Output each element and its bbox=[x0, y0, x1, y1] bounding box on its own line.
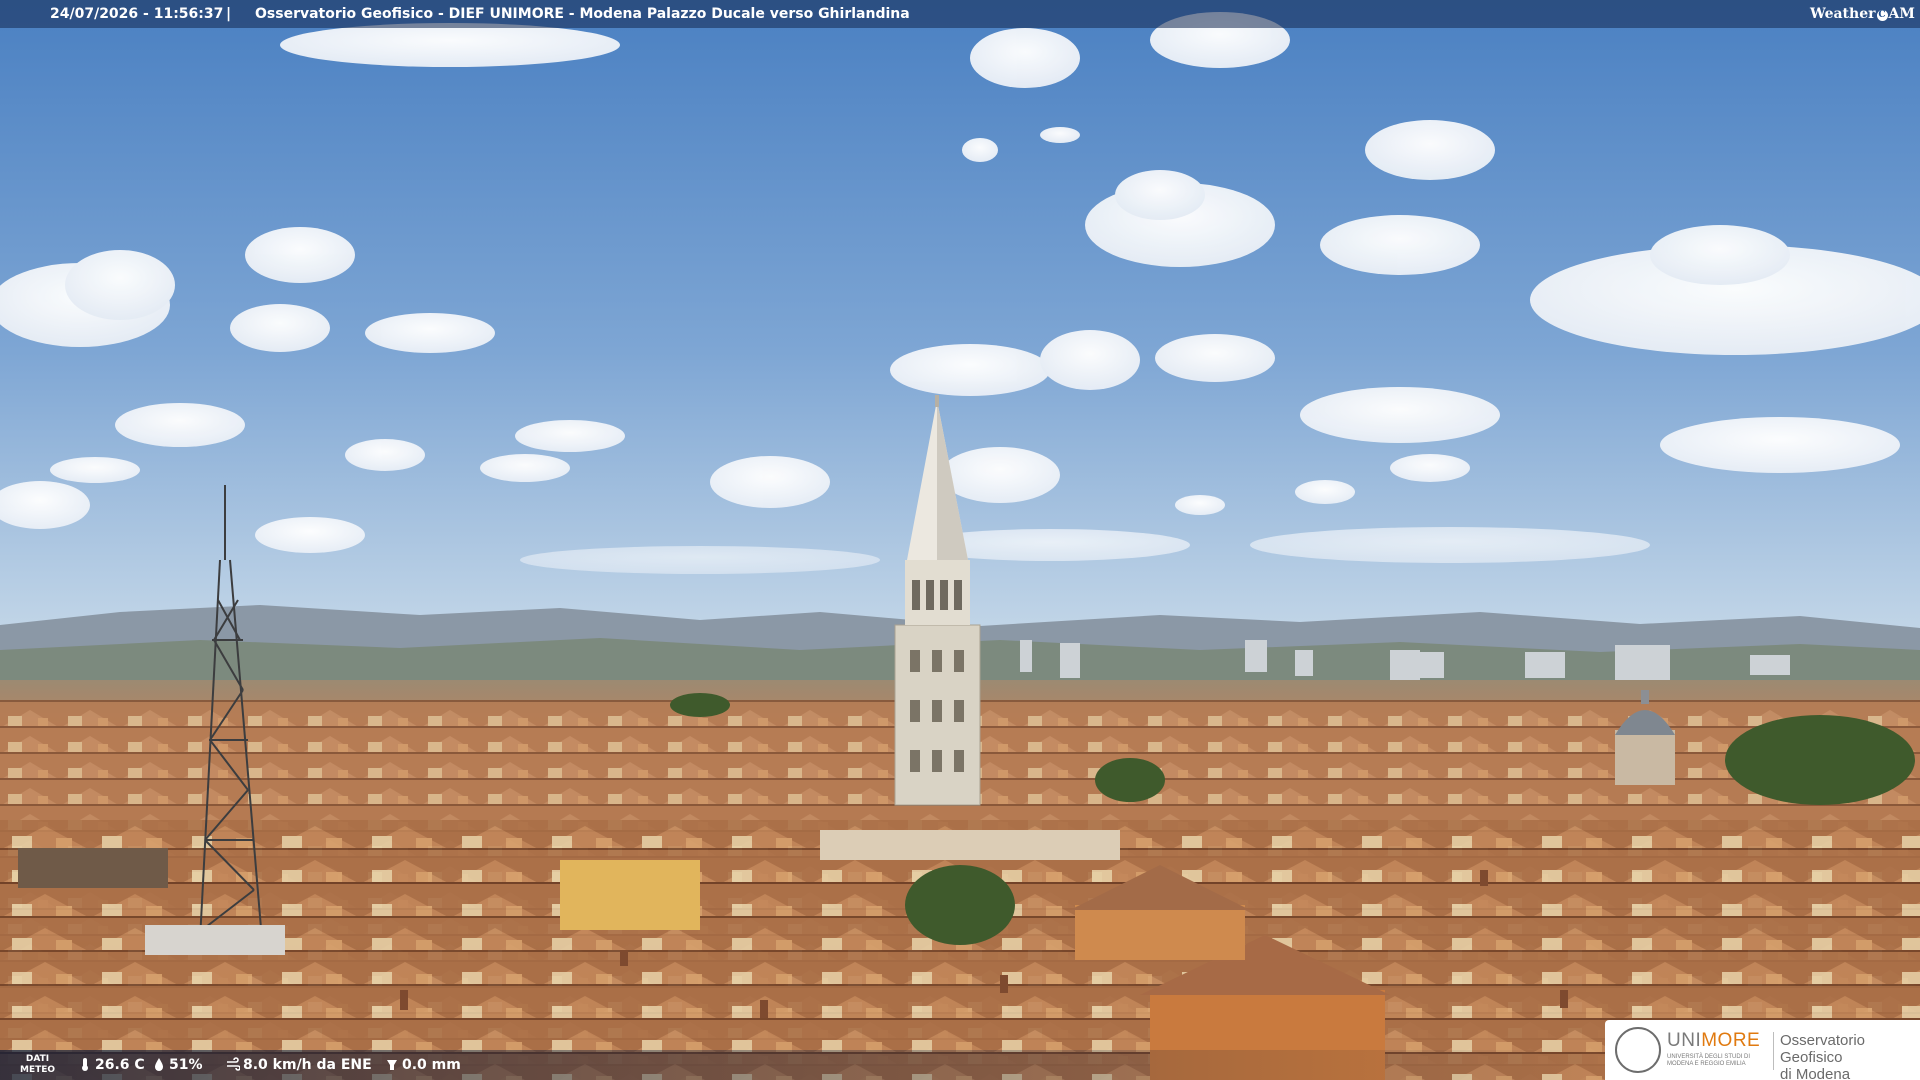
university-seal-icon bbox=[1615, 1027, 1661, 1073]
humidity-reading: 51% bbox=[152, 1050, 203, 1080]
logo-word: Weather bbox=[1810, 6, 1876, 22]
wind-value: 8.0 km/h da ENE bbox=[243, 1057, 372, 1073]
humidity-icon bbox=[155, 1058, 163, 1071]
rain-gauge-icon bbox=[387, 1060, 397, 1070]
webcam-view: 24/07/2026 - 11:56:37 | Osservatorio Geo… bbox=[0, 0, 1920, 1080]
weather-data-label: DATI METEO bbox=[20, 1054, 55, 1076]
timestamp: 24/07/2026 - 11:56:37 bbox=[50, 6, 224, 22]
wind-icon bbox=[227, 1057, 240, 1071]
webcam-title: Osservatorio Geofisico - DIEF UNIMORE - … bbox=[255, 6, 910, 22]
weathercam-logo: Weather C AM bbox=[1810, 0, 1920, 28]
observatory-line-1: Osservatorio Geofisico bbox=[1780, 1032, 1866, 1066]
brand-more: MORE bbox=[1701, 1030, 1761, 1051]
observatory-name: Osservatorio Geofisico di Modena bbox=[1780, 1032, 1920, 1080]
thermometer-icon bbox=[82, 1058, 88, 1071]
temperature-value: 26.6 C bbox=[95, 1057, 145, 1073]
brand-subtitle: UNIVERSITÀ DEGLI STUDI DI MODENA E REGGI… bbox=[1667, 1054, 1751, 1067]
rain-value: 0.0 mm bbox=[402, 1057, 461, 1073]
unimore-brand: UNIMORE bbox=[1667, 1030, 1760, 1052]
label-line-1: DATI bbox=[25, 1054, 50, 1064]
temperature-reading: 26.6 C bbox=[78, 1050, 145, 1080]
label-line-2: METEO bbox=[20, 1065, 56, 1075]
logo-cam-rest: AM bbox=[1888, 6, 1915, 22]
observatory-line-2: di Modena bbox=[1780, 1066, 1851, 1080]
humidity-value: 51% bbox=[169, 1057, 203, 1073]
rain-reading: 0.0 mm bbox=[385, 1050, 461, 1080]
webcam-caption-bar: 24/07/2026 - 11:56:37 | Osservatorio Geo… bbox=[0, 0, 1920, 28]
brand-uni: UNI bbox=[1667, 1030, 1702, 1051]
wind-reading: 8.0 km/h da ENE bbox=[226, 1050, 372, 1080]
caption-separator: | bbox=[226, 6, 232, 22]
camera-icon: C bbox=[1876, 10, 1888, 21]
city-skyline-photo bbox=[0, 0, 1920, 1080]
logo-divider bbox=[1773, 1032, 1774, 1070]
weather-data-bar: DATI METEO 26.6 C 51% 8.0 km/h da ENE 0.… bbox=[0, 1050, 1605, 1080]
unimore-logo-box: UNIMORE UNIVERSITÀ DEGLI STUDI DI MODENA… bbox=[1605, 1020, 1920, 1080]
